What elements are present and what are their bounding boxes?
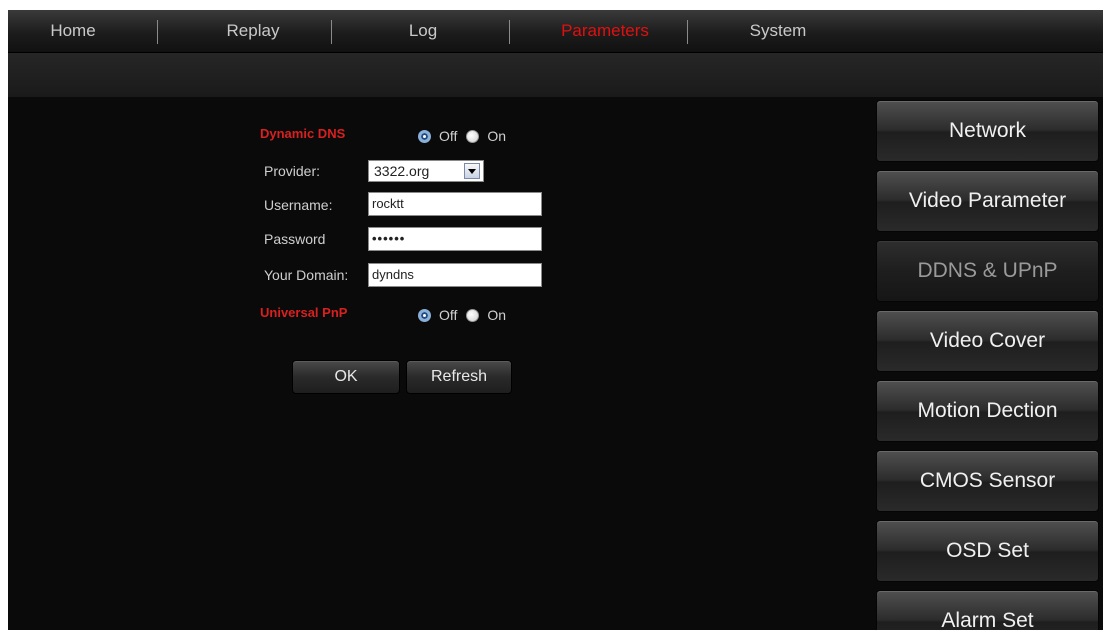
nav-parameters[interactable]: Parameters <box>525 10 685 52</box>
ddns-off-radio[interactable] <box>418 129 431 143</box>
upnp-title: Universal PnP <box>260 305 348 320</box>
refresh-button[interactable]: Refresh <box>406 360 512 394</box>
ddns-on-label: On <box>487 128 507 144</box>
nav-home[interactable]: Home <box>8 10 138 52</box>
nav-divider <box>331 20 332 44</box>
nav-system[interactable]: System <box>703 10 853 52</box>
sub-toolbar <box>8 53 1103 97</box>
password-label: Password <box>264 231 326 247</box>
username-input[interactable]: rocktt <box>368 192 542 216</box>
sidebar-item-osd-set[interactable]: OSD Set <box>876 520 1099 582</box>
upnp-radio-group: Off On <box>418 306 515 324</box>
provider-label: Provider: <box>264 163 321 179</box>
top-navigation: Home Replay Log Parameters System <box>8 10 1103 53</box>
nav-divider <box>157 20 158 44</box>
nav-log[interactable]: Log <box>348 10 498 52</box>
password-input[interactable]: •••••• <box>368 227 542 251</box>
chevron-down-icon[interactable] <box>464 163 480 179</box>
sidebar-item-network[interactable]: Network <box>876 100 1099 162</box>
upnp-on-label: On <box>487 307 507 323</box>
ddns-radio-group: Off On <box>418 127 515 145</box>
nav-divider <box>687 20 688 44</box>
nav-replay[interactable]: Replay <box>178 10 328 52</box>
upnp-off-radio[interactable] <box>418 308 431 322</box>
ddns-title: Dynamic DNS <box>260 126 346 141</box>
sidebar-item-video-cover[interactable]: Video Cover <box>876 310 1099 372</box>
parameters-sidebar: Network Video Parameter DDNS & UPnP Vide… <box>876 100 1099 630</box>
app-frame: Home Replay Log Parameters System Dynami… <box>8 10 1103 630</box>
sidebar-item-video-parameter[interactable]: Video Parameter <box>876 170 1099 232</box>
sidebar-item-motion-dection[interactable]: Motion Dection <box>876 380 1099 442</box>
upnp-off-label: Off <box>439 307 458 323</box>
provider-value: 3322.org <box>374 163 430 179</box>
upnp-on-radio[interactable] <box>466 308 480 322</box>
sidebar-item-alarm-set[interactable]: Alarm Set <box>876 590 1099 630</box>
ok-button[interactable]: OK <box>292 360 400 394</box>
ddns-on-radio[interactable] <box>466 129 480 143</box>
sidebar-item-ddns-upnp[interactable]: DDNS & UPnP <box>876 240 1099 302</box>
domain-input[interactable]: dyndns <box>368 263 542 287</box>
domain-label: Your Domain: <box>264 267 349 283</box>
nav-divider <box>509 20 510 44</box>
provider-select[interactable]: 3322.org <box>368 160 484 182</box>
ddns-off-label: Off <box>439 128 458 144</box>
sidebar-item-cmos-sensor[interactable]: CMOS Sensor <box>876 450 1099 512</box>
username-label: Username: <box>264 197 333 213</box>
